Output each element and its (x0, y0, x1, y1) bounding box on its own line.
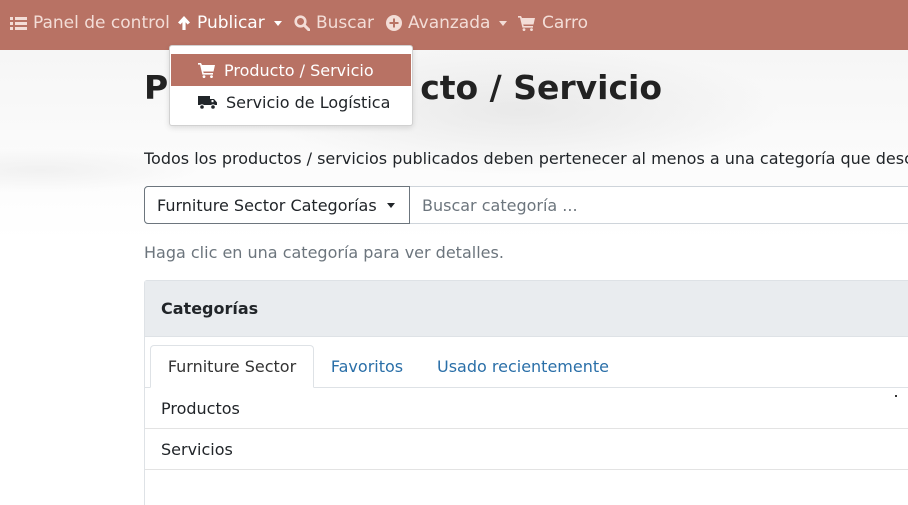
tab-usado-recientemente[interactable]: Usado recientemente (427, 345, 619, 388)
card-header: Categorías (145, 281, 908, 337)
publish-dropdown-menu: Producto / Servicio Servicio de Logístic… (169, 45, 413, 126)
truck-icon (198, 95, 217, 110)
category-tabs: Furniture Sector Favoritos Usado recient… (145, 337, 908, 388)
nav-label: Buscar (316, 13, 375, 33)
tab-favoritos[interactable]: Favoritos (319, 345, 415, 388)
nav-label: Panel de control (33, 13, 170, 33)
page-title-end: cto / Servicio (420, 68, 663, 107)
search-icon (294, 15, 310, 31)
chevron-down-icon (386, 202, 395, 208)
cart-icon (198, 63, 215, 78)
nav-publicar[interactable]: Publicar (177, 0, 282, 46)
nav-buscar[interactable]: Buscar (294, 0, 374, 46)
page-title-start: P (144, 68, 169, 107)
category-search-group: Furniture Sector Categorías (144, 186, 908, 224)
top-navbar: Panel de control Publicar Buscar Avanzad… (0, 0, 908, 50)
tab-furniture-sector[interactable]: Furniture Sector (150, 345, 314, 388)
decorative-dot (895, 395, 897, 397)
menu-item-label: Producto / Servicio (224, 60, 374, 80)
list-icon (10, 16, 27, 30)
hint-text: Haga clic en una categoría para ver deta… (144, 243, 504, 262)
nav-label: Publicar (197, 13, 265, 33)
menu-item-producto-servicio[interactable]: Producto / Servicio (171, 54, 411, 86)
intro-text: Todos los productos / servicios publicad… (144, 149, 908, 168)
cart-icon (518, 16, 535, 31)
nav-label: Carro (542, 13, 588, 33)
menu-item-servicio-logistica[interactable]: Servicio de Logística (171, 86, 411, 118)
nav-carro[interactable]: Carro (518, 0, 588, 46)
plus-circle-icon (386, 15, 402, 31)
categories-card: Categorías Furniture Sector Favoritos Us… (144, 280, 908, 505)
list-item-servicios[interactable]: Servicios (145, 429, 908, 470)
category-search-input[interactable] (411, 187, 908, 223)
sector-categories-dropdown[interactable]: Furniture Sector Categorías (144, 186, 410, 224)
list-item-productos[interactable]: Productos (145, 388, 908, 429)
chevron-down-icon (499, 20, 508, 26)
sector-label: Furniture Sector Categorías (157, 195, 377, 215)
nav-avanzada[interactable]: Avanzada (386, 0, 508, 46)
nav-label: Avanzada (408, 13, 491, 33)
arrow-up-icon (178, 16, 190, 30)
menu-item-label: Servicio de Logística (226, 92, 391, 112)
chevron-down-icon (273, 20, 282, 26)
nav-panel-de-control[interactable]: Panel de control (10, 0, 170, 46)
